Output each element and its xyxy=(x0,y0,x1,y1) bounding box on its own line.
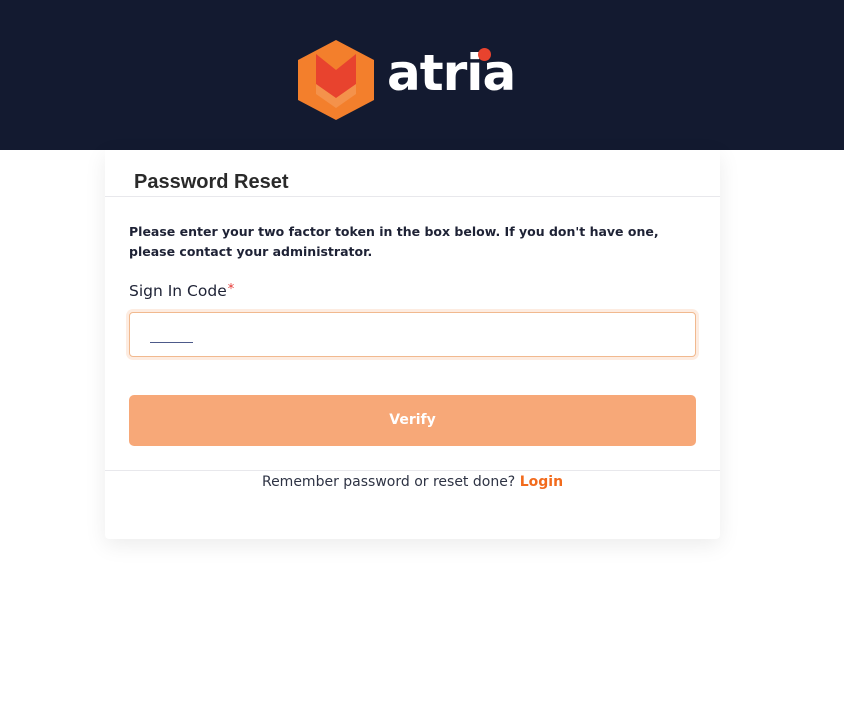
header-bar: atria xyxy=(0,0,844,150)
divider xyxy=(105,196,720,197)
atria-shield-icon xyxy=(298,40,374,120)
sign-in-code-label: Sign In Code* xyxy=(129,282,234,300)
logo-dot xyxy=(478,48,491,61)
login-link[interactable]: Login xyxy=(520,474,563,490)
password-reset-card: Password Reset Please enter your two fac… xyxy=(105,150,720,539)
atria-logo: atria xyxy=(294,38,534,122)
sign-in-code-input[interactable] xyxy=(129,312,696,357)
instructions-text: Please enter your two factor token in th… xyxy=(129,224,659,259)
footer-prompt-text: Remember password or reset done? xyxy=(261,474,516,490)
brand-name: atria xyxy=(387,44,516,102)
sign-in-code-label-text: Sign In Code xyxy=(129,282,227,300)
footer-prompt: Remember password or reset done? Login xyxy=(105,474,720,490)
page-title: Password Reset xyxy=(134,171,289,193)
verify-button[interactable]: Verify xyxy=(129,395,696,446)
code-placeholder-underline xyxy=(150,342,193,343)
divider xyxy=(105,470,720,471)
required-marker: * xyxy=(227,282,235,297)
